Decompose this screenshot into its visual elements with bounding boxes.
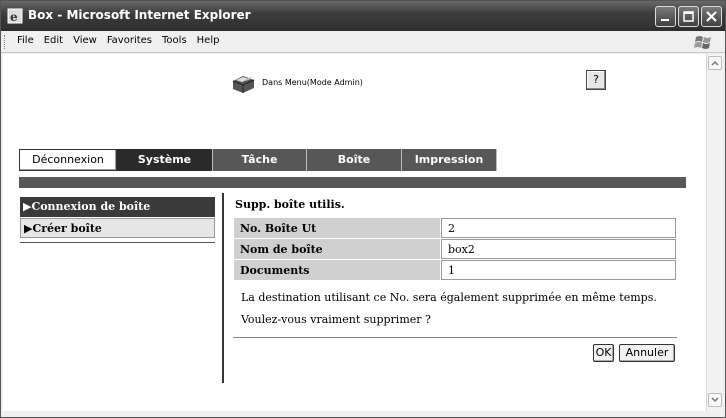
- chevron-down-icon: [711, 397, 719, 403]
- sidebar-item-connexion-de-boite[interactable]: ▶Connexion de boîte: [20, 197, 215, 217]
- ok-button[interactable]: OK: [593, 344, 614, 362]
- vertical-scrollbar[interactable]: [706, 54, 723, 411]
- tab-tache[interactable]: Tâche: [213, 149, 307, 171]
- tab-underline-bar: [19, 177, 686, 188]
- minimize-button[interactable]: [655, 6, 676, 27]
- logout-button[interactable]: Déconnexion: [19, 149, 117, 171]
- warning-message: La destination utilisant ce No. sera éga…: [241, 291, 657, 304]
- documents-label: Documents: [234, 260, 440, 280]
- menu-items: File Edit View Favorites Tools Help: [12, 35, 224, 46]
- windows-flag-icon: [694, 36, 711, 49]
- actions-divider: [233, 337, 677, 338]
- tab-impression[interactable]: Impression: [402, 149, 497, 171]
- menu-item-tools[interactable]: Tools: [157, 35, 192, 46]
- scroll-up-button[interactable]: [708, 56, 722, 70]
- documents-value: 1: [441, 260, 676, 280]
- box-info-table: No. Boîte Ut 2 Nom de boîte box2 Documen…: [233, 217, 677, 281]
- maximize-button[interactable]: [678, 6, 699, 27]
- table-row: No. Boîte Ut 2: [234, 218, 676, 238]
- vertical-divider: [222, 193, 224, 383]
- menu-grip: [4, 35, 6, 49]
- tab-systeme[interactable]: Système: [117, 149, 213, 171]
- box-name-value: box2: [441, 239, 676, 259]
- page-title: Supp. boîte utilis.: [235, 198, 345, 211]
- sidebar-item-creer-boite[interactable]: ▶Créer boîte: [20, 218, 215, 238]
- printer-icon: [232, 76, 255, 93]
- maximize-icon: [683, 11, 694, 22]
- close-icon: [706, 11, 717, 22]
- sidebar-divider: [20, 242, 215, 243]
- confirm-message: Voulez-vous vraiment supprimer ?: [241, 313, 431, 326]
- help-button[interactable]: ?: [586, 70, 606, 90]
- box-number-label: No. Boîte Ut: [234, 218, 440, 238]
- chevron-up-icon: [711, 60, 719, 66]
- box-number-value: 2: [441, 218, 676, 238]
- window-title: Box - Microsoft Internet Explorer: [28, 8, 251, 22]
- title-bar: e Box - Microsoft Internet Explorer: [1, 1, 725, 31]
- tab-boite[interactable]: Boîte: [307, 149, 402, 171]
- cancel-button[interactable]: Annuler: [619, 344, 675, 362]
- menu-item-file[interactable]: File: [12, 35, 39, 46]
- table-row: Nom de boîte box2: [234, 239, 676, 259]
- menu-item-favorites[interactable]: Favorites: [102, 35, 157, 46]
- table-row: Documents 1: [234, 260, 676, 280]
- menu-bar: File Edit View Favorites Tools Help: [1, 31, 725, 53]
- menu-item-view[interactable]: View: [68, 35, 102, 46]
- internet-explorer-icon: e: [7, 8, 23, 24]
- box-name-label: Nom de boîte: [234, 239, 440, 259]
- menu-item-help[interactable]: Help: [192, 35, 225, 46]
- svg-text:e: e: [10, 10, 18, 24]
- menu-item-edit[interactable]: Edit: [39, 35, 68, 46]
- minimize-icon: [661, 19, 669, 21]
- close-button[interactable]: [701, 6, 722, 27]
- admin-mode-label: Dans Menu(Mode Admin): [262, 78, 363, 87]
- scroll-down-button[interactable]: [708, 393, 722, 407]
